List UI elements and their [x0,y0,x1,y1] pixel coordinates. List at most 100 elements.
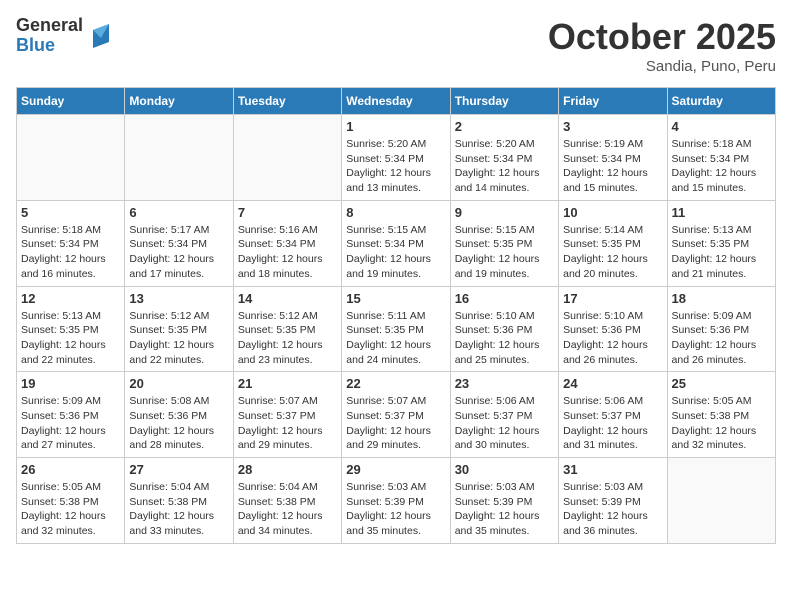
logo: General Blue [16,16,117,56]
day-number: 28 [238,462,337,477]
calendar-cell: 3Sunrise: 5:19 AM Sunset: 5:34 PM Daylig… [559,115,667,201]
calendar-table: SundayMondayTuesdayWednesdayThursdayFrid… [16,87,776,544]
calendar-cell: 17 Sunrise: 5:10 AM Sunset: 5:36 PM Dayli… [559,286,667,372]
day-info: Sunrise: 5:20 AM Sunset: 5:34 PM Dayligh… [346,137,445,196]
calendar-cell: 9 Sunrise: 5:15 AM Sunset: 5:35 PM Daylig… [450,200,558,286]
day-number: 26 [21,462,120,477]
day-number: 18 [672,291,771,306]
calendar-cell: 4 Sunrise: 5:18 AM Sunset: 5:34 PM Daylig… [667,115,775,201]
calendar-cell: 18 Sunrise: 5:09 AM Sunset: 5:36 PM Dayli… [667,286,775,372]
calendar-cell: 13 Sunrise: 5:12 AM Sunset: 5:35 PM Dayli… [125,286,233,372]
day-number: 4 [672,119,771,134]
day-info: Sunrise: 5:09 AM Sunset: 5:36 PM Dayligh… [672,309,771,368]
weekday-header-monday: Monday [125,88,233,115]
day-info: Sunrise: 5:12 AM Sunset: 5:35 PM Dayligh… [238,309,337,368]
day-info: Sunrise: 5:09 AM Sunset: 5:36 PM Dayligh… [21,394,120,453]
day-number: 29 [346,462,445,477]
day-number: 22 [346,376,445,391]
day-number: 16 [455,291,554,306]
day-info: Sunrise: 5:06 AM Sunset: 5:37 PM Dayligh… [455,394,554,453]
day-number: 5 [21,205,120,220]
day-info: Sunrise: 5:18 AM Sunset: 5:34 PM Dayligh… [672,137,771,196]
day-info: Sunrise: 5:08 AM Sunset: 5:36 PM Dayligh… [129,394,228,453]
calendar-cell: 30Sunrise: 5:03 AM Sunset: 5:39 PM Dayli… [450,458,558,544]
calendar-cell: 25Sunrise: 5:05 AM Sunset: 5:38 PM Dayli… [667,372,775,458]
day-number: 19 [21,376,120,391]
day-number: 2 [455,119,554,134]
weekday-header-tuesday: Tuesday [233,88,341,115]
day-info: Sunrise: 5:16 AM Sunset: 5:34 PM Dayligh… [238,223,337,282]
calendar-cell: 2 Sunrise: 5:20 AM Sunset: 5:34 PM Daylig… [450,115,558,201]
day-info: Sunrise: 5:17 AM Sunset: 5:34 PM Dayligh… [129,223,228,282]
calendar-cell [125,115,233,201]
calendar-cell: 5Sunrise: 5:18 AM Sunset: 5:34 PM Daylig… [17,200,125,286]
weekday-header-wednesday: Wednesday [342,88,450,115]
calendar-cell: 6 Sunrise: 5:17 AM Sunset: 5:34 PM Daylig… [125,200,233,286]
day-number: 3 [563,119,662,134]
day-number: 31 [563,462,662,477]
calendar-cell: 21 Sunrise: 5:07 AM Sunset: 5:37 PM Dayli… [233,372,341,458]
calendar-cell: 31 Sunrise: 5:03 AM Sunset: 5:39 PM Dayli… [559,458,667,544]
page-header: General Blue October 2025 Sandia, Puno, … [16,16,776,75]
day-number: 1 [346,119,445,134]
day-number: 8 [346,205,445,220]
calendar-cell: 14Sunrise: 5:12 AM Sunset: 5:35 PM Dayli… [233,286,341,372]
day-number: 24 [563,376,662,391]
day-info: Sunrise: 5:13 AM Sunset: 5:35 PM Dayligh… [21,309,120,368]
weekday-header-friday: Friday [559,88,667,115]
day-number: 27 [129,462,228,477]
day-info: Sunrise: 5:07 AM Sunset: 5:37 PM Dayligh… [238,394,337,453]
day-info: Sunrise: 5:04 AM Sunset: 5:38 PM Dayligh… [238,480,337,539]
day-number: 11 [672,205,771,220]
weekday-header-saturday: Saturday [667,88,775,115]
day-info: Sunrise: 5:05 AM Sunset: 5:38 PM Dayligh… [672,394,771,453]
calendar-cell: 29Sunrise: 5:03 AM Sunset: 5:39 PM Dayli… [342,458,450,544]
day-info: Sunrise: 5:11 AM Sunset: 5:35 PM Dayligh… [346,309,445,368]
day-number: 12 [21,291,120,306]
day-number: 21 [238,376,337,391]
calendar-cell: 24 Sunrise: 5:06 AM Sunset: 5:37 PM Dayli… [559,372,667,458]
day-info: Sunrise: 5:10 AM Sunset: 5:36 PM Dayligh… [563,309,662,368]
day-number: 13 [129,291,228,306]
day-number: 10 [563,205,662,220]
location-subtitle: Sandia, Puno, Peru [548,58,776,75]
calendar-cell: 1 Sunrise: 5:20 AM Sunset: 5:34 PM Daylig… [342,115,450,201]
calendar-cell [233,115,341,201]
calendar-cell: 20 Sunrise: 5:08 AM Sunset: 5:36 PM Dayli… [125,372,233,458]
day-info: Sunrise: 5:03 AM Sunset: 5:39 PM Dayligh… [563,480,662,539]
day-info: Sunrise: 5:12 AM Sunset: 5:35 PM Dayligh… [129,309,228,368]
day-info: Sunrise: 5:10 AM Sunset: 5:36 PM Dayligh… [455,309,554,368]
calendar-cell: 26 Sunrise: 5:05 AM Sunset: 5:38 PM Dayli… [17,458,125,544]
title-block: October 2025 Sandia, Puno, Peru [548,16,776,75]
logo-text: General Blue [16,16,117,56]
logo-icon [85,20,117,52]
day-info: Sunrise: 5:15 AM Sunset: 5:34 PM Dayligh… [346,223,445,282]
day-info: Sunrise: 5:20 AM Sunset: 5:34 PM Dayligh… [455,137,554,196]
calendar-cell: 28 Sunrise: 5:04 AM Sunset: 5:38 PM Dayli… [233,458,341,544]
calendar-week-2: 5Sunrise: 5:18 AM Sunset: 5:34 PM Daylig… [17,200,776,286]
logo-blue-text: Blue [16,36,83,56]
calendar-week-1: 1 Sunrise: 5:20 AM Sunset: 5:34 PM Daylig… [17,115,776,201]
day-info: Sunrise: 5:14 AM Sunset: 5:35 PM Dayligh… [563,223,662,282]
day-info: Sunrise: 5:15 AM Sunset: 5:35 PM Dayligh… [455,223,554,282]
calendar-cell: 27Sunrise: 5:04 AM Sunset: 5:38 PM Dayli… [125,458,233,544]
calendar-cell: 15Sunrise: 5:11 AM Sunset: 5:35 PM Dayli… [342,286,450,372]
day-number: 30 [455,462,554,477]
calendar-cell: 12 Sunrise: 5:13 AM Sunset: 5:35 PM Dayli… [17,286,125,372]
calendar-week-3: 12 Sunrise: 5:13 AM Sunset: 5:35 PM Dayli… [17,286,776,372]
day-number: 9 [455,205,554,220]
calendar-header-row: SundayMondayTuesdayWednesdayThursdayFrid… [17,88,776,115]
calendar-cell: 7Sunrise: 5:16 AM Sunset: 5:34 PM Daylig… [233,200,341,286]
day-info: Sunrise: 5:05 AM Sunset: 5:38 PM Dayligh… [21,480,120,539]
weekday-header-thursday: Thursday [450,88,558,115]
logo-general-text: General [16,16,83,36]
calendar-cell [667,458,775,544]
day-info: Sunrise: 5:13 AM Sunset: 5:35 PM Dayligh… [672,223,771,282]
day-number: 17 [563,291,662,306]
day-number: 6 [129,205,228,220]
day-info: Sunrise: 5:06 AM Sunset: 5:37 PM Dayligh… [563,394,662,453]
calendar-cell: 11 Sunrise: 5:13 AM Sunset: 5:35 PM Dayli… [667,200,775,286]
calendar-cell [17,115,125,201]
day-number: 20 [129,376,228,391]
weekday-header-sunday: Sunday [17,88,125,115]
